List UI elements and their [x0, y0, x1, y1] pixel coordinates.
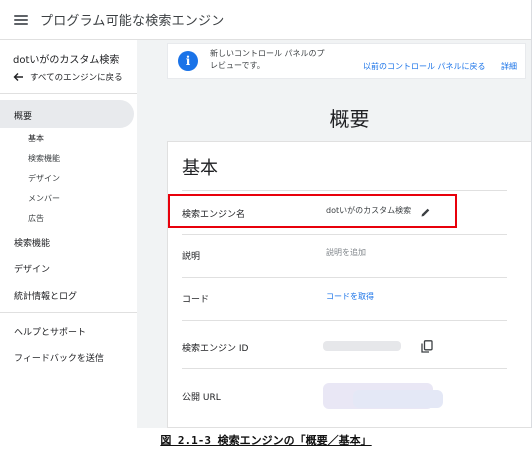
- sidebar-subitem-design[interactable]: デザイン: [28, 173, 60, 184]
- sidebar-item-search-features[interactable]: 検索機能: [14, 236, 50, 249]
- back-label: すべてのエンジンに戻る: [30, 73, 123, 83]
- code-label: コード: [182, 295, 210, 305]
- search-engine-name-value: dotいがのカスタム検索: [326, 206, 412, 215]
- sidebar-divider: [0, 93, 137, 94]
- page-title: 概要: [329, 107, 370, 131]
- sidebar-divider: [0, 312, 137, 313]
- card-title: 基本: [182, 158, 218, 179]
- banner-text: 新しいコントロール パネルのプレビューです。: [210, 49, 325, 70]
- row-divider: [182, 234, 507, 235]
- copy-icon[interactable]: [421, 340, 433, 353]
- search-engine-id-label: 検索エンジン ID: [182, 344, 249, 354]
- public-url-label: 公開 URL: [182, 393, 221, 403]
- app-window: プログラム可能な検索エンジン dotいがのカスタム検索 すべてのエンジンに戻る …: [0, 0, 532, 428]
- app-title: プログラム可能な検索エンジン: [40, 14, 225, 29]
- row-divider: [182, 320, 507, 321]
- row-divider: [182, 190, 507, 191]
- sidebar-item-stats-logs[interactable]: 統計情報とログ: [14, 289, 77, 302]
- basic-settings-card: 基本 検索エンジン名 dotいがのカスタム検索 説明 説明を追加 コード コード…: [167, 141, 531, 428]
- sidebar-item-send-feedback[interactable]: フィードバックを送信: [14, 351, 104, 364]
- details-link[interactable]: 詳細: [501, 61, 517, 72]
- sidebar-item-overview[interactable]: 概要: [14, 109, 32, 122]
- description-label: 説明: [182, 252, 201, 262]
- sidebar-subitem-basic[interactable]: 基本: [28, 133, 44, 144]
- back-to-all-engines-link[interactable]: すべてのエンジンに戻る: [13, 71, 123, 83]
- caption-text: 図 2.1-3 検索エンジンの「概要／基本」: [160, 434, 372, 447]
- preview-banner: i 新しいコントロール パネルのプレビューです。 以前のコントロール パネルに戻…: [167, 43, 526, 79]
- menu-icon[interactable]: [14, 14, 28, 25]
- arrow-back-icon: [13, 73, 23, 81]
- back-to-old-console-link[interactable]: 以前のコントロール パネルに戻る: [363, 61, 486, 72]
- sidebar: dotいがのカスタム検索 すべてのエンジンに戻る 概要 基本 検索機能 デザイン…: [0, 40, 137, 428]
- search-engine-name-label: 検索エンジン名: [182, 210, 246, 220]
- sidebar-subitem-search-features[interactable]: 検索機能: [28, 153, 60, 164]
- figure-caption: 図 2.1-3 検索エンジンの「概要／基本」: [0, 432, 532, 448]
- row-divider: [182, 277, 507, 278]
- sidebar-item-design[interactable]: デザイン: [14, 262, 50, 275]
- public-url-value-redacted: [353, 390, 443, 408]
- sidebar-item-help-support[interactable]: ヘルプとサポート: [14, 325, 86, 338]
- sidebar-subitem-members[interactable]: メンバー: [28, 193, 60, 204]
- row-divider: [182, 368, 507, 369]
- info-icon: i: [178, 51, 198, 71]
- get-code-link[interactable]: コードを取得: [326, 291, 374, 302]
- search-engine-id-value-redacted: [323, 341, 401, 351]
- sidebar-engine-name: dotいがのカスタム検索: [13, 55, 120, 66]
- top-app-bar: プログラム可能な検索エンジン: [0, 0, 531, 40]
- edit-icon[interactable]: [420, 207, 431, 218]
- sidebar-subitem-ads[interactable]: 広告: [28, 213, 44, 224]
- add-description-field[interactable]: 説明を追加: [326, 247, 366, 258]
